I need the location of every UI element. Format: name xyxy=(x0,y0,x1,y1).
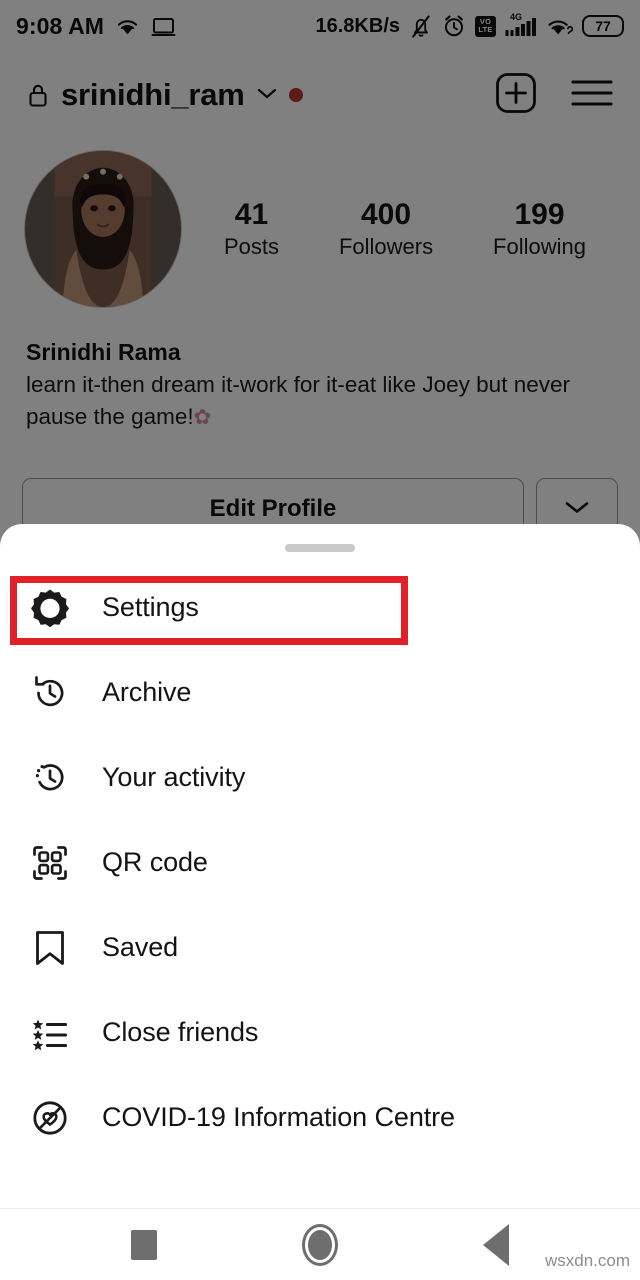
menu-item-covid-information-centre[interactable]: COVID-19 Information Centre xyxy=(0,1075,640,1160)
menu-item-label: Your activity xyxy=(102,762,246,792)
menu-item-label: Archive xyxy=(102,677,192,707)
archive-clock-icon xyxy=(26,669,74,717)
gear-icon xyxy=(26,584,74,632)
menu-item-saved[interactable]: Saved xyxy=(0,905,640,990)
recents-button[interactable] xyxy=(56,1209,232,1280)
menu-item-label: Settings xyxy=(102,592,199,622)
home-button[interactable] xyxy=(232,1209,408,1280)
star-list-icon xyxy=(26,1009,74,1057)
options-menu-list: Settings Archive Your activity QR code S… xyxy=(0,565,640,1160)
circle-home-icon xyxy=(302,1223,338,1266)
menu-item-label: Saved xyxy=(102,932,179,962)
profile-options-sheet: Settings Archive Your activity QR code S… xyxy=(0,524,640,1208)
menu-item-archive[interactable]: Archive xyxy=(0,650,640,735)
site-watermark: wsxdn.com xyxy=(544,1251,630,1270)
menu-item-label: QR code xyxy=(102,847,208,877)
menu-item-label: Close friends xyxy=(102,1017,259,1047)
triangle-back-icon xyxy=(483,1223,509,1266)
square-recents-icon xyxy=(131,1229,157,1260)
phone-screen: 9:08 AM 16.8KB/s VO LTE 4G 77 srinidhi_r… xyxy=(0,0,640,1280)
qr-code-icon xyxy=(26,839,74,887)
menu-item-settings[interactable]: Settings xyxy=(0,565,640,650)
menu-item-close-friends[interactable]: Close friends xyxy=(0,990,640,1075)
bookmark-icon xyxy=(26,924,74,972)
menu-item-qr-code[interactable]: QR code xyxy=(0,820,640,905)
activity-clock-icon xyxy=(26,754,74,802)
menu-item-label: COVID-19 Information Centre xyxy=(102,1102,455,1132)
covid-heart-icon xyxy=(26,1094,74,1142)
menu-item-your-activity[interactable]: Your activity xyxy=(0,735,640,820)
drag-handle[interactable] xyxy=(285,544,355,552)
